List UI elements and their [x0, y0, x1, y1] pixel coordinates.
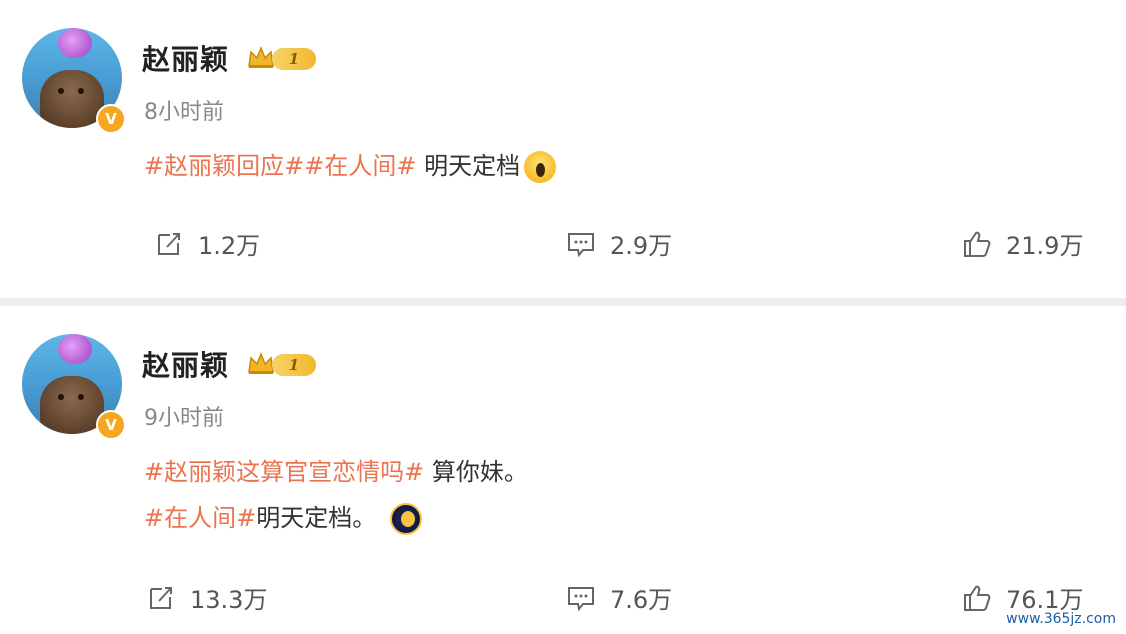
post-text-line: #赵丽颖这算官宣恋情吗# 算你妹。	[144, 452, 528, 487]
weibo-post: V 赵丽颖 1 8小时前 #赵丽颖回应##在人间# 明天定档 1.2万 2.9万…	[0, 0, 1126, 298]
repost-count: 13.3万	[190, 586, 268, 614]
repost-icon	[158, 232, 180, 255]
repost-count: 1.2万	[198, 232, 261, 260]
otter-eye	[78, 394, 84, 400]
comment-button[interactable]: 7.6万	[566, 580, 672, 615]
balloon-graphic	[58, 28, 92, 58]
post-text-line: #在人间#明天定档。	[144, 498, 423, 535]
thumbs-up-icon	[964, 231, 991, 257]
balloon-graphic	[58, 334, 92, 364]
level-badge[interactable]: 1	[272, 354, 316, 376]
post-text: 明天定档。	[256, 504, 377, 532]
otter-graphic	[40, 70, 104, 128]
repost-button[interactable]: 13.3万	[146, 580, 267, 615]
like-button[interactable]: 21.9万	[962, 226, 1083, 261]
topic-link[interactable]: #在人间#	[144, 504, 256, 532]
username[interactable]: 赵丽颖	[142, 344, 229, 384]
post-text-line: #赵丽颖回应##在人间# 明天定档	[144, 146, 557, 183]
comment-icon	[568, 232, 594, 257]
comment-icon	[568, 586, 594, 611]
username[interactable]: 赵丽颖	[142, 38, 229, 78]
comment-count: 2.9万	[610, 232, 673, 260]
comment-button[interactable]: 2.9万	[566, 226, 672, 261]
comment-count: 7.6万	[610, 586, 673, 614]
repost-button[interactable]: 1.2万	[154, 226, 260, 261]
post-time[interactable]: 8小时前	[144, 94, 224, 126]
level-badge[interactable]: 1	[272, 48, 316, 70]
like-count: 21.9万	[1006, 232, 1084, 260]
otter-eye	[78, 88, 84, 94]
watermark: www.365jz.com	[1002, 610, 1120, 628]
weibo-post: V 赵丽颖 1 9小时前 #赵丽颖这算官宣恋情吗# 算你妹。 #在人间#明天定档…	[0, 306, 1126, 634]
verified-badge-icon: V	[96, 410, 126, 440]
post-text: 明天定档	[416, 152, 521, 180]
post-time[interactable]: 9小时前	[144, 400, 224, 432]
otter-eye	[58, 394, 64, 400]
topic-link[interactable]: #赵丽颖这算官宣恋情吗#	[144, 458, 424, 486]
topic-link[interactable]: #在人间#	[304, 152, 416, 180]
crying-face-icon	[524, 151, 557, 183]
moon-face-icon	[390, 503, 423, 535]
thumbs-up-icon	[964, 585, 991, 611]
repost-icon	[150, 586, 172, 609]
otter-graphic	[40, 376, 104, 434]
verified-badge-icon: V	[96, 104, 126, 134]
topic-link[interactable]: #赵丽颖回应#	[144, 152, 304, 180]
post-text: 算你妹。	[424, 458, 528, 486]
otter-eye	[58, 88, 64, 94]
